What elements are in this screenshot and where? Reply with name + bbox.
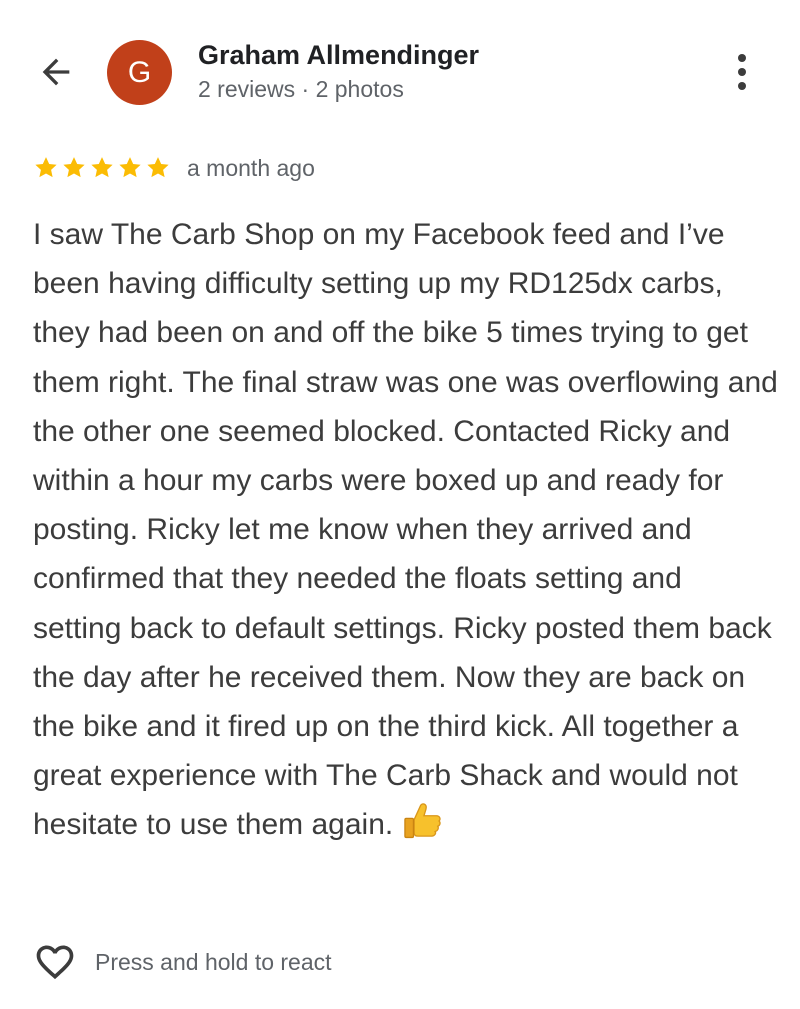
review-text: I saw The Carb Shop on my Facebook feed … xyxy=(33,210,778,850)
arrow-back-icon xyxy=(42,58,70,86)
review-time: a month ago xyxy=(187,154,315,181)
star-icon xyxy=(147,157,169,178)
star-icon xyxy=(63,157,85,178)
avatar[interactable]: G xyxy=(107,40,172,105)
reviewer-meta: 2 reviews · 2 photos xyxy=(198,76,404,102)
more-vert-icon-dot xyxy=(738,54,746,62)
star-icon xyxy=(35,157,57,178)
back-button[interactable] xyxy=(32,50,80,94)
avatar-letter: G xyxy=(127,55,152,89)
react-button[interactable] xyxy=(33,940,77,984)
more-vert-icon-dot xyxy=(738,82,746,90)
reviewer-name[interactable]: Graham Allmendinger xyxy=(198,40,479,71)
more-options-button[interactable] xyxy=(724,50,760,94)
thumbs-up-icon xyxy=(404,803,441,839)
review-body: I saw The Carb Shop on my Facebook feed … xyxy=(33,218,778,842)
rating-row: a month ago xyxy=(33,150,315,186)
star-icon xyxy=(119,157,141,178)
star-rating xyxy=(33,155,171,181)
react-row: Press and hold to react xyxy=(33,938,332,986)
heart-outline-icon xyxy=(36,945,74,980)
more-vert-icon-dot xyxy=(738,68,746,76)
review-page: G Graham Allmendinger 2 reviews · 2 phot… xyxy=(0,0,800,1009)
react-hint: Press and hold to react xyxy=(95,948,332,975)
star-icon xyxy=(91,157,113,178)
